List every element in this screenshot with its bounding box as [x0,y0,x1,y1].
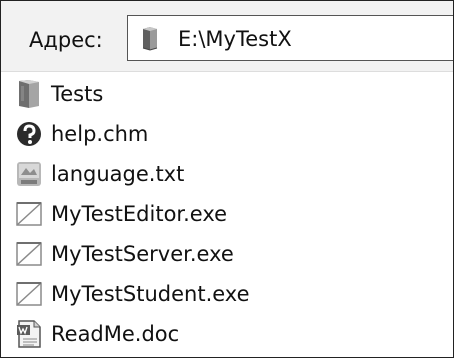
file-item-mytestserver-exe[interactable]: MyTestServer.exe [15,234,234,274]
file-list: Tests help.chm language.txt MyTestEditor… [1,71,453,357]
word-document-icon [15,319,43,349]
file-item-language-txt[interactable]: language.txt [15,154,184,194]
address-bar: Адрес: E:\MyTestX [1,1,453,71]
file-item-readme-doc[interactable]: ReadMe.doc [15,314,179,354]
file-name: MyTestEditor.exe [51,202,228,226]
text-file-icon [15,159,43,189]
file-item-help-chm[interactable]: help.chm [15,114,148,154]
file-item-tests[interactable]: Tests [15,74,103,114]
address-value: E:\MyTestX [178,27,292,51]
file-name: ReadMe.doc [51,322,180,346]
folder-icon [15,79,43,109]
address-label: Адрес: [29,28,103,52]
executable-icon [15,199,43,229]
file-name: Tests [51,82,104,106]
folder-icon [140,25,160,52]
address-input[interactable]: E:\MyTestX [127,15,453,61]
file-item-myteststudent-exe[interactable]: MyTestStudent.exe [15,274,250,314]
file-name: help.chm [51,122,149,146]
file-name: MyTestServer.exe [51,242,234,266]
file-item-mytesteditor-exe[interactable]: MyTestEditor.exe [15,194,227,234]
explorer-window: Адрес: E:\MyTestX Tests help.chm languag… [0,0,454,358]
file-name: language.txt [51,162,185,186]
file-name: MyTestStudent.exe [51,282,250,306]
executable-icon [15,239,43,269]
executable-icon [15,279,43,309]
help-file-icon [15,119,43,149]
